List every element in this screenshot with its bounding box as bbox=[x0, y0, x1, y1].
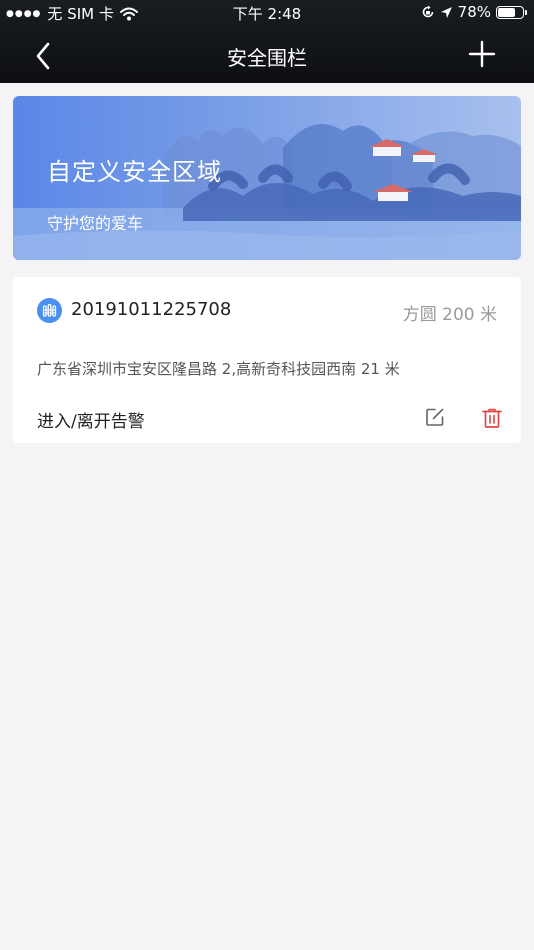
orientation-lock-icon bbox=[422, 5, 433, 18]
nav-bar: 安全围栏 bbox=[0, 28, 534, 82]
edit-icon[interactable] bbox=[425, 407, 445, 427]
app-header: ●●●● 无 SIM 卡 下午 2:48 78% 安全围栏 bbox=[0, 0, 534, 83]
location-arrow-icon bbox=[440, 6, 452, 18]
plus-icon[interactable] bbox=[468, 40, 496, 68]
fence-card[interactable]: 20191011225708 方圆 200 米 广东省深圳市宝安区隆昌路 2,高… bbox=[13, 277, 521, 443]
fence-id: 20191011225708 bbox=[71, 299, 232, 320]
trash-icon[interactable] bbox=[481, 407, 503, 429]
battery-percent: 78% bbox=[457, 3, 491, 21]
banner-subtitle: 守护您的爱车 bbox=[47, 214, 144, 233]
fence-radius: 方圆 200 米 bbox=[402, 305, 497, 325]
battery-fill bbox=[498, 7, 516, 17]
fence-address: 广东省深圳市宝安区隆昌路 2,高新奇科技园西南 21 米 bbox=[37, 360, 400, 378]
promo-banner: 自定义安全区域 守护您的爱车 bbox=[13, 96, 521, 260]
battery-icon bbox=[496, 5, 527, 19]
banner-title: 自定义安全区域 bbox=[47, 158, 222, 186]
status-right: 78% bbox=[416, 3, 527, 21]
alarm-type-label: 进入/离开告警 bbox=[37, 412, 145, 432]
status-bar: ●●●● 无 SIM 卡 下午 2:48 78% bbox=[0, 0, 534, 26]
battery-tip bbox=[525, 9, 527, 15]
page-title: 安全围栏 bbox=[227, 46, 307, 70]
fence-icon bbox=[37, 298, 62, 323]
